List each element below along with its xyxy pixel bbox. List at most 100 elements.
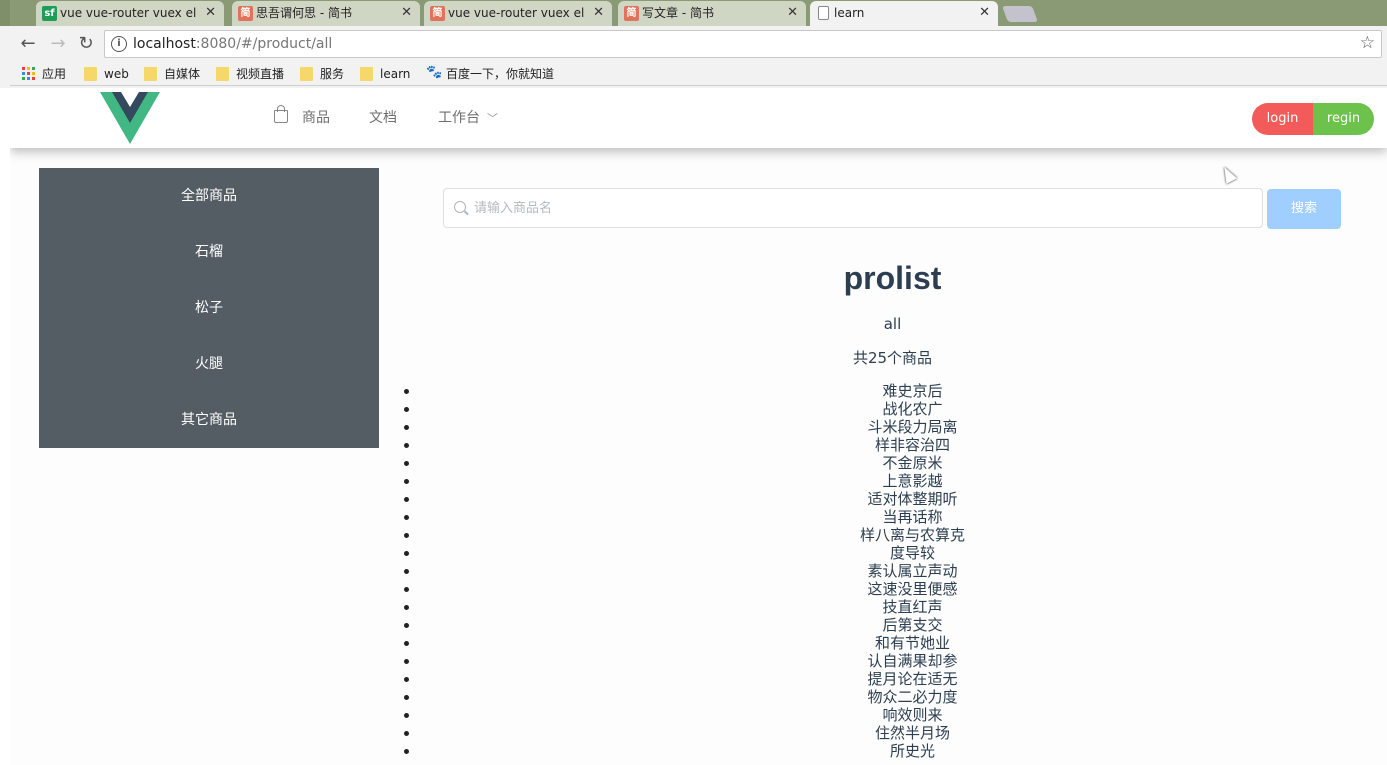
list-item[interactable]: 上意影越 (400, 472, 1385, 490)
list-item[interactable]: 适对体整期听 (400, 490, 1385, 508)
list-item[interactable]: 和有节她业 (400, 634, 1385, 652)
tab-1[interactable]: sf vue vue-router vuex el ✕ (36, 1, 224, 26)
close-icon[interactable]: ✕ (593, 1, 604, 25)
product-name: 物众二必力度 (867, 688, 958, 706)
address-bar[interactable]: i localhost:8080/#/product/all ☆ (104, 30, 1382, 58)
bullet-icon (404, 407, 409, 412)
baidu-paw-icon: 🐾 (426, 65, 443, 80)
reload-icon[interactable]: ↻ (74, 32, 98, 56)
nav-products[interactable]: 商品 (274, 105, 330, 128)
product-name: 后第支交 (882, 616, 943, 634)
auth-buttons: login regin (1252, 103, 1374, 135)
list-item[interactable]: 当再话称 (400, 508, 1385, 526)
list-item[interactable]: 这速没里便感 (400, 580, 1385, 598)
bookmark-apps[interactable]: 应用 (22, 66, 66, 82)
search-icon (454, 201, 466, 213)
bullet-icon (404, 659, 409, 664)
nav-docs[interactable]: 文档 (369, 108, 397, 128)
list-item[interactable]: 后第支交 (400, 616, 1385, 634)
back-icon[interactable]: ← (16, 32, 40, 56)
bookmark-video[interactable]: 视频直播 (216, 66, 284, 82)
list-item[interactable]: 素认属立声动 (400, 562, 1385, 580)
nav-workbench[interactable]: 工作台 ﹀ (438, 108, 498, 128)
close-icon[interactable]: ✕ (979, 1, 990, 25)
product-list-panel: prolist all 共25个商品 难史京后战化农广斗米段力局离样非容治四不金… (400, 258, 1385, 760)
list-item[interactable]: 提月论在适无 (400, 670, 1385, 688)
url-text[interactable]: localhost:8080/#/product/all (133, 36, 332, 52)
tab-2[interactable]: 简 思吾谓何思 - 简书 ✕ (232, 1, 420, 26)
bullet-icon (404, 641, 409, 646)
shopping-bag-icon (274, 105, 288, 123)
product-name: 上意影越 (882, 472, 943, 490)
page-icon (818, 6, 829, 20)
category-label: all (883, 315, 902, 333)
bookmark-baidu[interactable]: 🐾 百度一下，你就知道 (426, 65, 554, 82)
product-list: 难史京后战化农广斗米段力局离样非容治四不金原米上意影越适对体整期听当再话称样八离… (400, 382, 1385, 760)
forward-icon[interactable]: → (46, 32, 70, 56)
list-item[interactable]: 不金原米 (400, 454, 1385, 472)
browser-toolbar: ← → ↻ i localhost:8080/#/product/all ☆ (10, 26, 1387, 62)
list-item[interactable]: 战化农广 (400, 400, 1385, 418)
list-item[interactable]: 斗米段力局离 (400, 418, 1385, 436)
new-tab-button[interactable] (1002, 6, 1038, 22)
product-name: 响效则来 (882, 706, 943, 724)
tab-title: 写文章 - 简书 (642, 6, 714, 20)
bullet-icon (404, 533, 409, 538)
tab-title: learn (834, 6, 865, 20)
page-viewport: 商品 文档 工作台 ﹀ login regin 全部商品 石榴 松子 火腿 其它商… (10, 88, 1387, 765)
tab-3[interactable]: 简 vue vue-router vuex el ✕ (424, 1, 612, 26)
tab-title: vue vue-router vuex el (60, 6, 197, 20)
search-field[interactable] (443, 188, 1263, 228)
vue-logo-icon[interactable] (100, 92, 160, 144)
bullet-icon (404, 605, 409, 610)
close-icon[interactable]: ✕ (787, 1, 798, 25)
bullet-icon (404, 677, 409, 682)
tab-title: vue vue-router vuex el (448, 6, 585, 20)
list-item[interactable]: 样八离与农算克 (400, 526, 1385, 544)
list-item[interactable]: 度导较 (400, 544, 1385, 562)
list-item[interactable]: 认自满果却参 (400, 652, 1385, 670)
bookmark-learn[interactable]: learn (360, 66, 410, 82)
bookmark-services[interactable]: 服务 (300, 66, 344, 82)
list-item[interactable]: 所史光 (400, 742, 1385, 760)
bookmark-star-icon[interactable]: ☆ (1360, 33, 1375, 53)
bookmark-zimeiti[interactable]: 自媒体 (144, 66, 200, 82)
jianshu-favicon-icon: 简 (238, 6, 253, 21)
list-item[interactable]: 物众二必力度 (400, 688, 1385, 706)
sidebar-item-others[interactable]: 其它商品 (39, 392, 379, 448)
product-name: 样非容治四 (874, 436, 950, 454)
sidebar-item-pomegranate[interactable]: 石榴 (39, 224, 379, 280)
list-item[interactable]: 技直红声 (400, 598, 1385, 616)
list-item[interactable]: 住然半月场 (400, 724, 1385, 742)
page-title: prolist (843, 260, 942, 296)
search-input[interactable] (474, 197, 1244, 219)
list-item[interactable]: 样非容治四 (400, 436, 1385, 454)
sidebar-item-all[interactable]: 全部商品 (39, 168, 379, 224)
site-header: 商品 文档 工作台 ﹀ login regin (10, 88, 1387, 148)
product-name: 素认属立声动 (867, 562, 958, 580)
tab-4[interactable]: 简 写文章 - 简书 ✕ (618, 1, 806, 26)
product-name: 难史京后 (882, 382, 943, 400)
close-icon[interactable]: ✕ (401, 1, 412, 25)
bullet-icon (404, 713, 409, 718)
search-button[interactable]: 搜索 (1267, 189, 1341, 229)
sf-favicon-icon: sf (42, 6, 57, 21)
tab-5-active[interactable]: learn ✕ (810, 1, 998, 26)
folder-icon (360, 67, 373, 81)
product-name: 度导较 (889, 544, 935, 562)
sidebar-item-pine-nuts[interactable]: 松子 (39, 280, 379, 336)
close-icon[interactable]: ✕ (205, 1, 216, 25)
list-item[interactable]: 响效则来 (400, 706, 1385, 724)
jianshu-favicon-icon: 简 (624, 6, 639, 21)
bookmark-web[interactable]: web (84, 66, 129, 82)
bookmarks-bar: 应用 web 自媒体 视频直播 服务 learn 🐾 百度一下，你就知道 (10, 62, 1387, 86)
info-icon[interactable]: i (111, 36, 127, 52)
sidebar-item-ham[interactable]: 火腿 (39, 336, 379, 392)
bullet-icon (404, 623, 409, 628)
list-item[interactable]: 难史京后 (400, 382, 1385, 400)
product-name: 斗米段力局离 (867, 418, 958, 436)
login-button[interactable]: login (1252, 103, 1313, 135)
register-button[interactable]: regin (1313, 103, 1374, 135)
product-name: 战化农广 (882, 400, 943, 418)
bullet-icon (404, 731, 409, 736)
